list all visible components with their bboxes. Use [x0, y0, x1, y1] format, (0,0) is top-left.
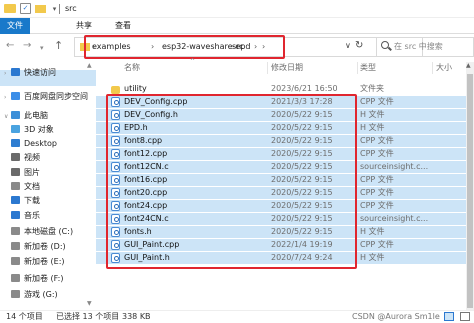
- tab-view[interactable]: 查看: [110, 18, 136, 34]
- cell-type: 文件夹: [360, 84, 384, 93]
- expand-chevron-icon[interactable]: ›: [4, 90, 11, 106]
- video-icon: [11, 153, 20, 161]
- drive-icon: [11, 227, 20, 235]
- sidebar-item-label: 快速访问: [24, 68, 56, 77]
- large-icons-view-icon[interactable]: [460, 312, 470, 321]
- sidebar-scroll-down-icon[interactable]: ▼: [87, 300, 92, 307]
- music-icon: [11, 211, 20, 219]
- tab-share[interactable]: 共享: [71, 18, 97, 34]
- sidebar-item-10[interactable]: 本地磁盘 (C:): [4, 224, 73, 240]
- column-divider[interactable]: [432, 62, 433, 74]
- cell-type: H 文件: [360, 123, 385, 132]
- sidebar-item-label: 百度网盘同步空间: [24, 92, 88, 101]
- column-divider[interactable]: [357, 62, 358, 74]
- title-separator: [59, 4, 60, 14]
- column-header-name[interactable]: 名称: [124, 62, 140, 74]
- folder-icon[interactable]: [4, 4, 16, 13]
- sidebar-item-12[interactable]: 新加卷 (E:): [4, 254, 65, 270]
- sidebar-item-5[interactable]: 视频: [4, 150, 40, 166]
- cell-type: CPP 文件: [360, 149, 394, 158]
- details-view-icon[interactable]: [444, 312, 454, 321]
- sidebar-item-label: 下载: [24, 196, 40, 205]
- sidebar-item-0[interactable]: › 快速访问: [4, 65, 56, 81]
- cloud-icon: [11, 92, 20, 100]
- sidebar-item-1[interactable]: › 百度网盘同步空间: [4, 89, 88, 105]
- sidebar-item-label: 游戏 (G:): [24, 290, 58, 299]
- cell-type: H 文件: [360, 110, 385, 119]
- cell-type: H 文件: [360, 227, 385, 236]
- up-arrow-icon[interactable]: ↑: [54, 40, 63, 52]
- refresh-icon[interactable]: ↻: [355, 40, 363, 51]
- selection-highlight-box: [106, 94, 357, 269]
- sidebar-item-label: 此电脑: [24, 111, 48, 120]
- cell-type: CPP 文件: [360, 136, 394, 145]
- sidebar-item-label: 视频: [24, 153, 40, 162]
- sidebar-scroll-up-icon[interactable]: ▲: [87, 62, 92, 69]
- column-header-type[interactable]: 类型: [360, 62, 376, 74]
- recent-locations-chevron-icon[interactable]: ▾: [40, 42, 44, 54]
- cell-type: CPP 文件: [360, 201, 394, 210]
- sidebar-item-label: 新加卷 (E:): [24, 257, 65, 266]
- sidebar-item-9[interactable]: 音乐: [4, 208, 40, 224]
- folder-icon: [111, 86, 120, 94]
- sidebar-item-label: 图片: [24, 168, 40, 177]
- tab-file[interactable]: 文件: [0, 18, 30, 34]
- sidebar-item-label: Desktop: [24, 139, 57, 148]
- cell-type: sourceinsight.c...: [360, 162, 429, 171]
- sidebar-item-14[interactable]: 游戏 (G:): [4, 287, 58, 303]
- selected-size: 338 KB: [122, 312, 151, 321]
- sidebar-item-label: 音乐: [24, 211, 40, 220]
- window-title: src: [65, 4, 77, 13]
- address-highlight-box: [84, 35, 285, 59]
- sidebar-item-label: 新加卷 (F:): [24, 274, 64, 283]
- forward-arrow-icon[interactable]: →: [23, 40, 31, 52]
- sidebar-item-label: 新加卷 (D:): [24, 242, 66, 251]
- star-icon: [11, 68, 20, 76]
- drive-icon: [11, 290, 20, 298]
- column-header-date[interactable]: 修改日期: [271, 62, 303, 74]
- picture-icon: [11, 168, 20, 176]
- cube-icon: [11, 125, 20, 133]
- sidebar-item-label: 3D 对象: [24, 125, 54, 134]
- cell-type: sourceinsight.c...: [360, 214, 429, 223]
- drive-icon: [11, 257, 20, 265]
- download-icon: [11, 196, 20, 204]
- cell-type: CPP 文件: [360, 188, 394, 197]
- column-header-size[interactable]: 大小: [436, 62, 452, 74]
- cell-type: CPP 文件: [360, 175, 394, 184]
- new-folder-icon[interactable]: [35, 5, 46, 13]
- cell-type: CPP 文件: [360, 240, 394, 249]
- desktop-icon: [11, 139, 20, 147]
- watermark: CSDN @Aurora Sm1le: [352, 312, 440, 321]
- cell-type: H 文件: [360, 253, 385, 262]
- back-arrow-icon[interactable]: ←: [6, 40, 14, 52]
- selected-count: 已选择 13 个项目: [56, 312, 120, 321]
- cell-type: CPP 文件: [360, 97, 394, 106]
- column-divider[interactable]: [267, 62, 268, 74]
- search-input[interactable]: 在 src 中搜索: [394, 42, 443, 52]
- sidebar-item-label: 本地磁盘 (C:): [24, 227, 74, 236]
- document-icon: [11, 182, 20, 190]
- sidebar-item-label: 文档: [24, 182, 40, 191]
- checkmark-icon[interactable]: ✓: [20, 3, 31, 14]
- address-dropdown-chevron-icon[interactable]: ∨: [345, 41, 351, 50]
- drive-icon: [11, 274, 20, 282]
- scroll-up-icon[interactable]: ▲: [466, 62, 471, 69]
- drive-icon: [11, 242, 20, 250]
- expand-chevron-icon[interactable]: ›: [4, 66, 11, 82]
- sidebar-item-8[interactable]: 下载: [4, 193, 40, 209]
- sort-caret-icon: ^: [190, 58, 196, 65]
- scrollbar-thumb[interactable]: [467, 74, 473, 308]
- item-count: 14 个项目: [6, 312, 43, 321]
- sidebar-item-11[interactable]: 新加卷 (D:): [4, 239, 66, 255]
- sidebar-item-13[interactable]: 新加卷 (F:): [4, 271, 63, 287]
- computer-icon: [11, 111, 20, 119]
